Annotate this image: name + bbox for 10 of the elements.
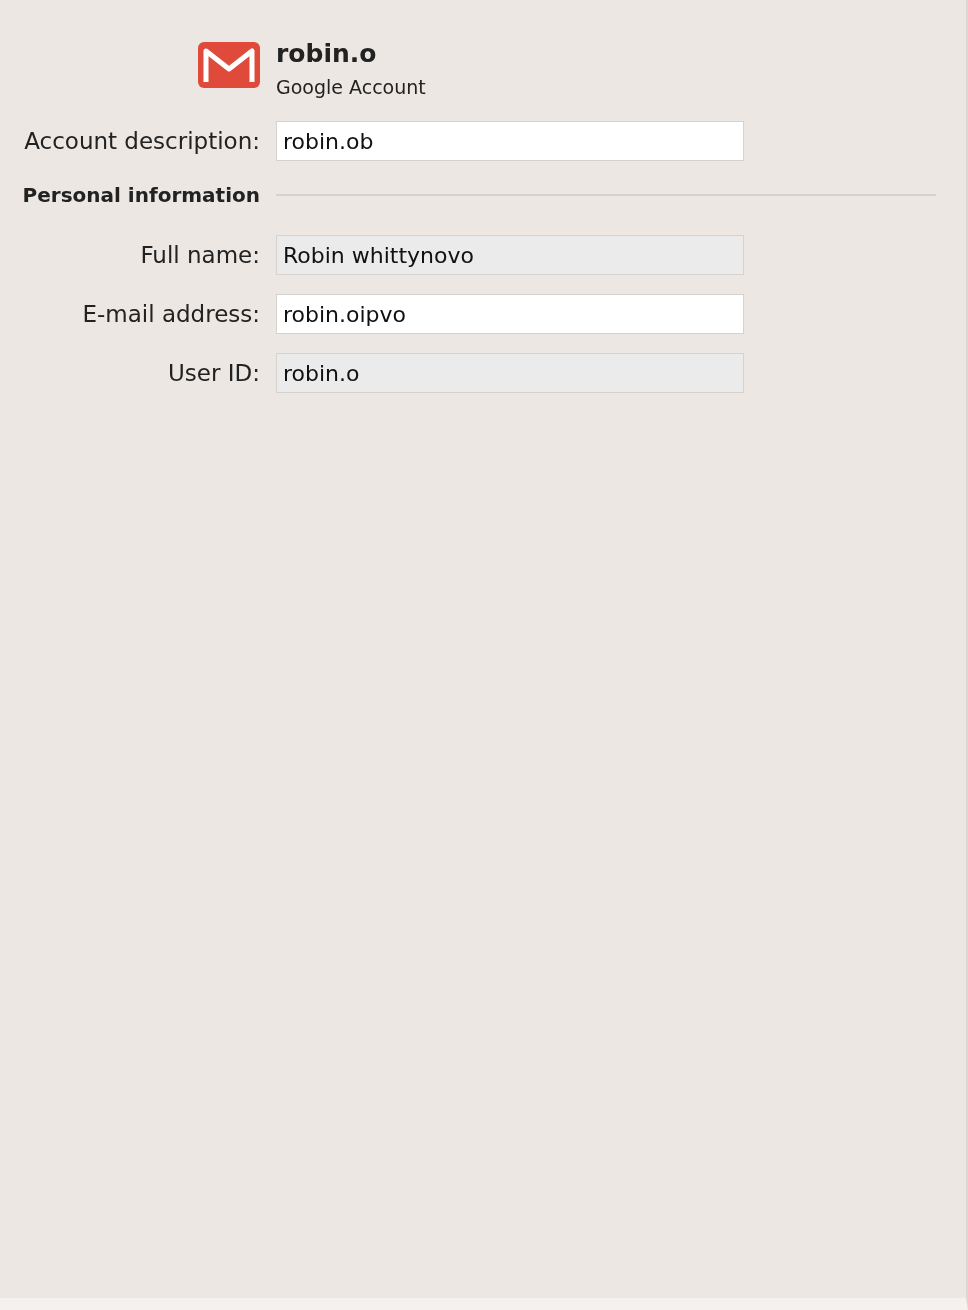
input-field[interactable]: robin.ob: [276, 121, 744, 161]
field-label: Account description:: [23, 128, 260, 154]
field-label: E-mail address:: [81, 301, 260, 327]
field-label: Full name:: [139, 242, 260, 268]
section-title: Personal information: [21, 183, 260, 207]
account-type: Google Account: [276, 76, 426, 98]
account-name: robin.o: [276, 40, 378, 68]
mail-envelope-icon: [198, 42, 260, 88]
field-label: User ID:: [167, 360, 260, 386]
input-field[interactable]: robin.oipvo: [276, 294, 744, 334]
